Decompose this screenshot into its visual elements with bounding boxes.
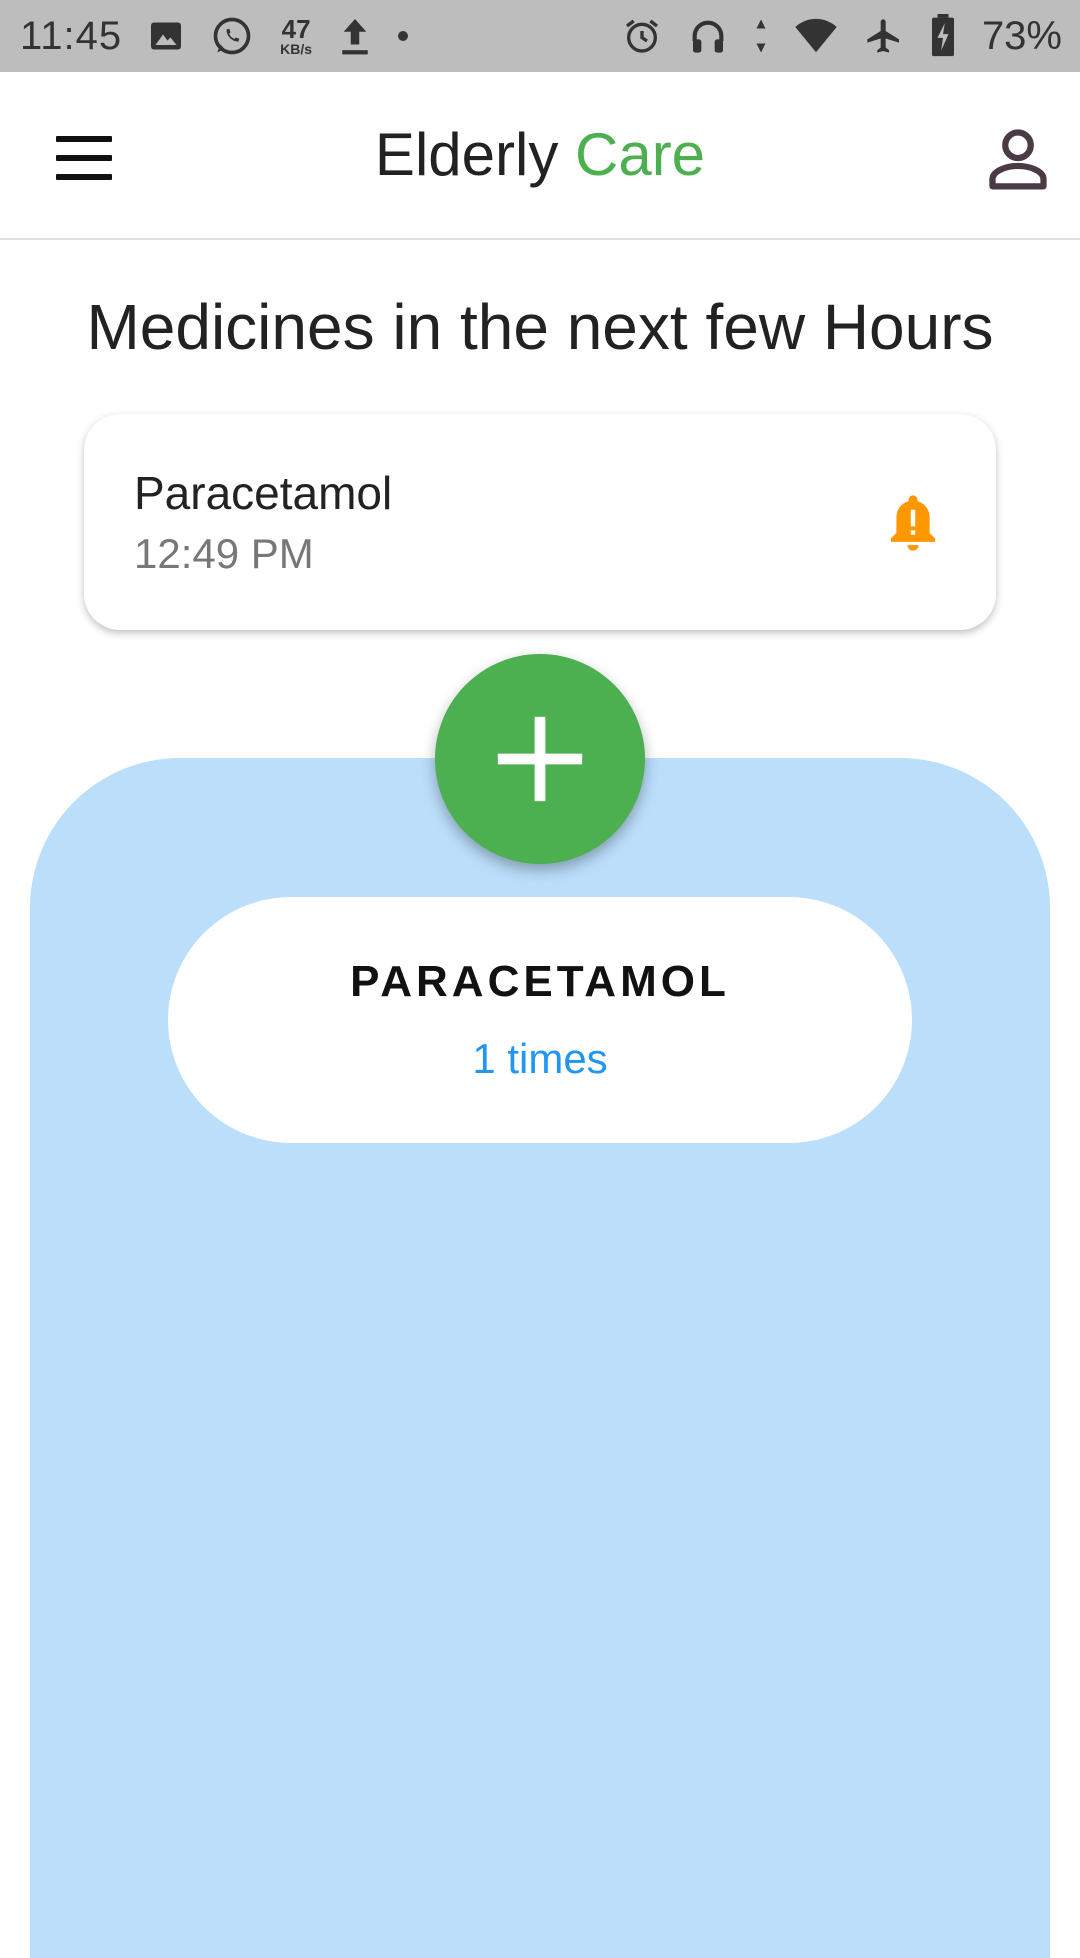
- wifi-icon: [794, 12, 838, 60]
- medicine-list-item[interactable]: PARACETAMOL 1 times: [168, 897, 912, 1143]
- person-icon[interactable]: [984, 124, 1052, 192]
- network-speed: 47 KB/s: [280, 16, 312, 56]
- image-icon: [148, 12, 184, 60]
- medicine-frequency: 1 times: [472, 1035, 608, 1082]
- app-bar: Elderly Care: [0, 72, 1080, 240]
- data-arrows-icon: [754, 12, 768, 60]
- battery-percent: 73%: [981, 13, 1062, 58]
- plus-icon: [497, 716, 583, 802]
- upcoming-medicine-name: Paracetamol: [134, 467, 393, 519]
- app-title-main: Elderly: [374, 121, 559, 188]
- medicine-name: PARACETAMOL: [350, 957, 730, 1006]
- section-title: Medicines in the next few Hours: [86, 291, 994, 363]
- status-bar-right: 73%: [622, 12, 1062, 60]
- battery-charging-icon: [930, 12, 956, 60]
- upcoming-medicine-time: 12:49 PM: [134, 530, 314, 577]
- status-time: 11:45: [20, 13, 123, 58]
- network-speed-unit: KB/s: [280, 41, 313, 57]
- status-bar-left: 11:45 47 KB/s: [20, 12, 409, 60]
- status-bar: 11:45 47 KB/s 73%: [0, 0, 1080, 72]
- upcoming-medicine-card[interactable]: Paracetamol 12:49 PM: [84, 414, 996, 630]
- dot-icon: [398, 31, 409, 41]
- app-title: Elderly Care: [0, 120, 1080, 189]
- alarm-icon: [622, 12, 662, 60]
- add-medicine-button[interactable]: [435, 654, 645, 864]
- app-title-accent: Care: [575, 121, 706, 188]
- network-speed-value: 47: [281, 14, 311, 44]
- bell-alert-icon[interactable]: [886, 492, 940, 554]
- airplane-icon: [864, 12, 904, 60]
- whatsapp-icon: [210, 12, 254, 60]
- upload-icon: [338, 12, 372, 60]
- headphones-icon: [688, 12, 728, 60]
